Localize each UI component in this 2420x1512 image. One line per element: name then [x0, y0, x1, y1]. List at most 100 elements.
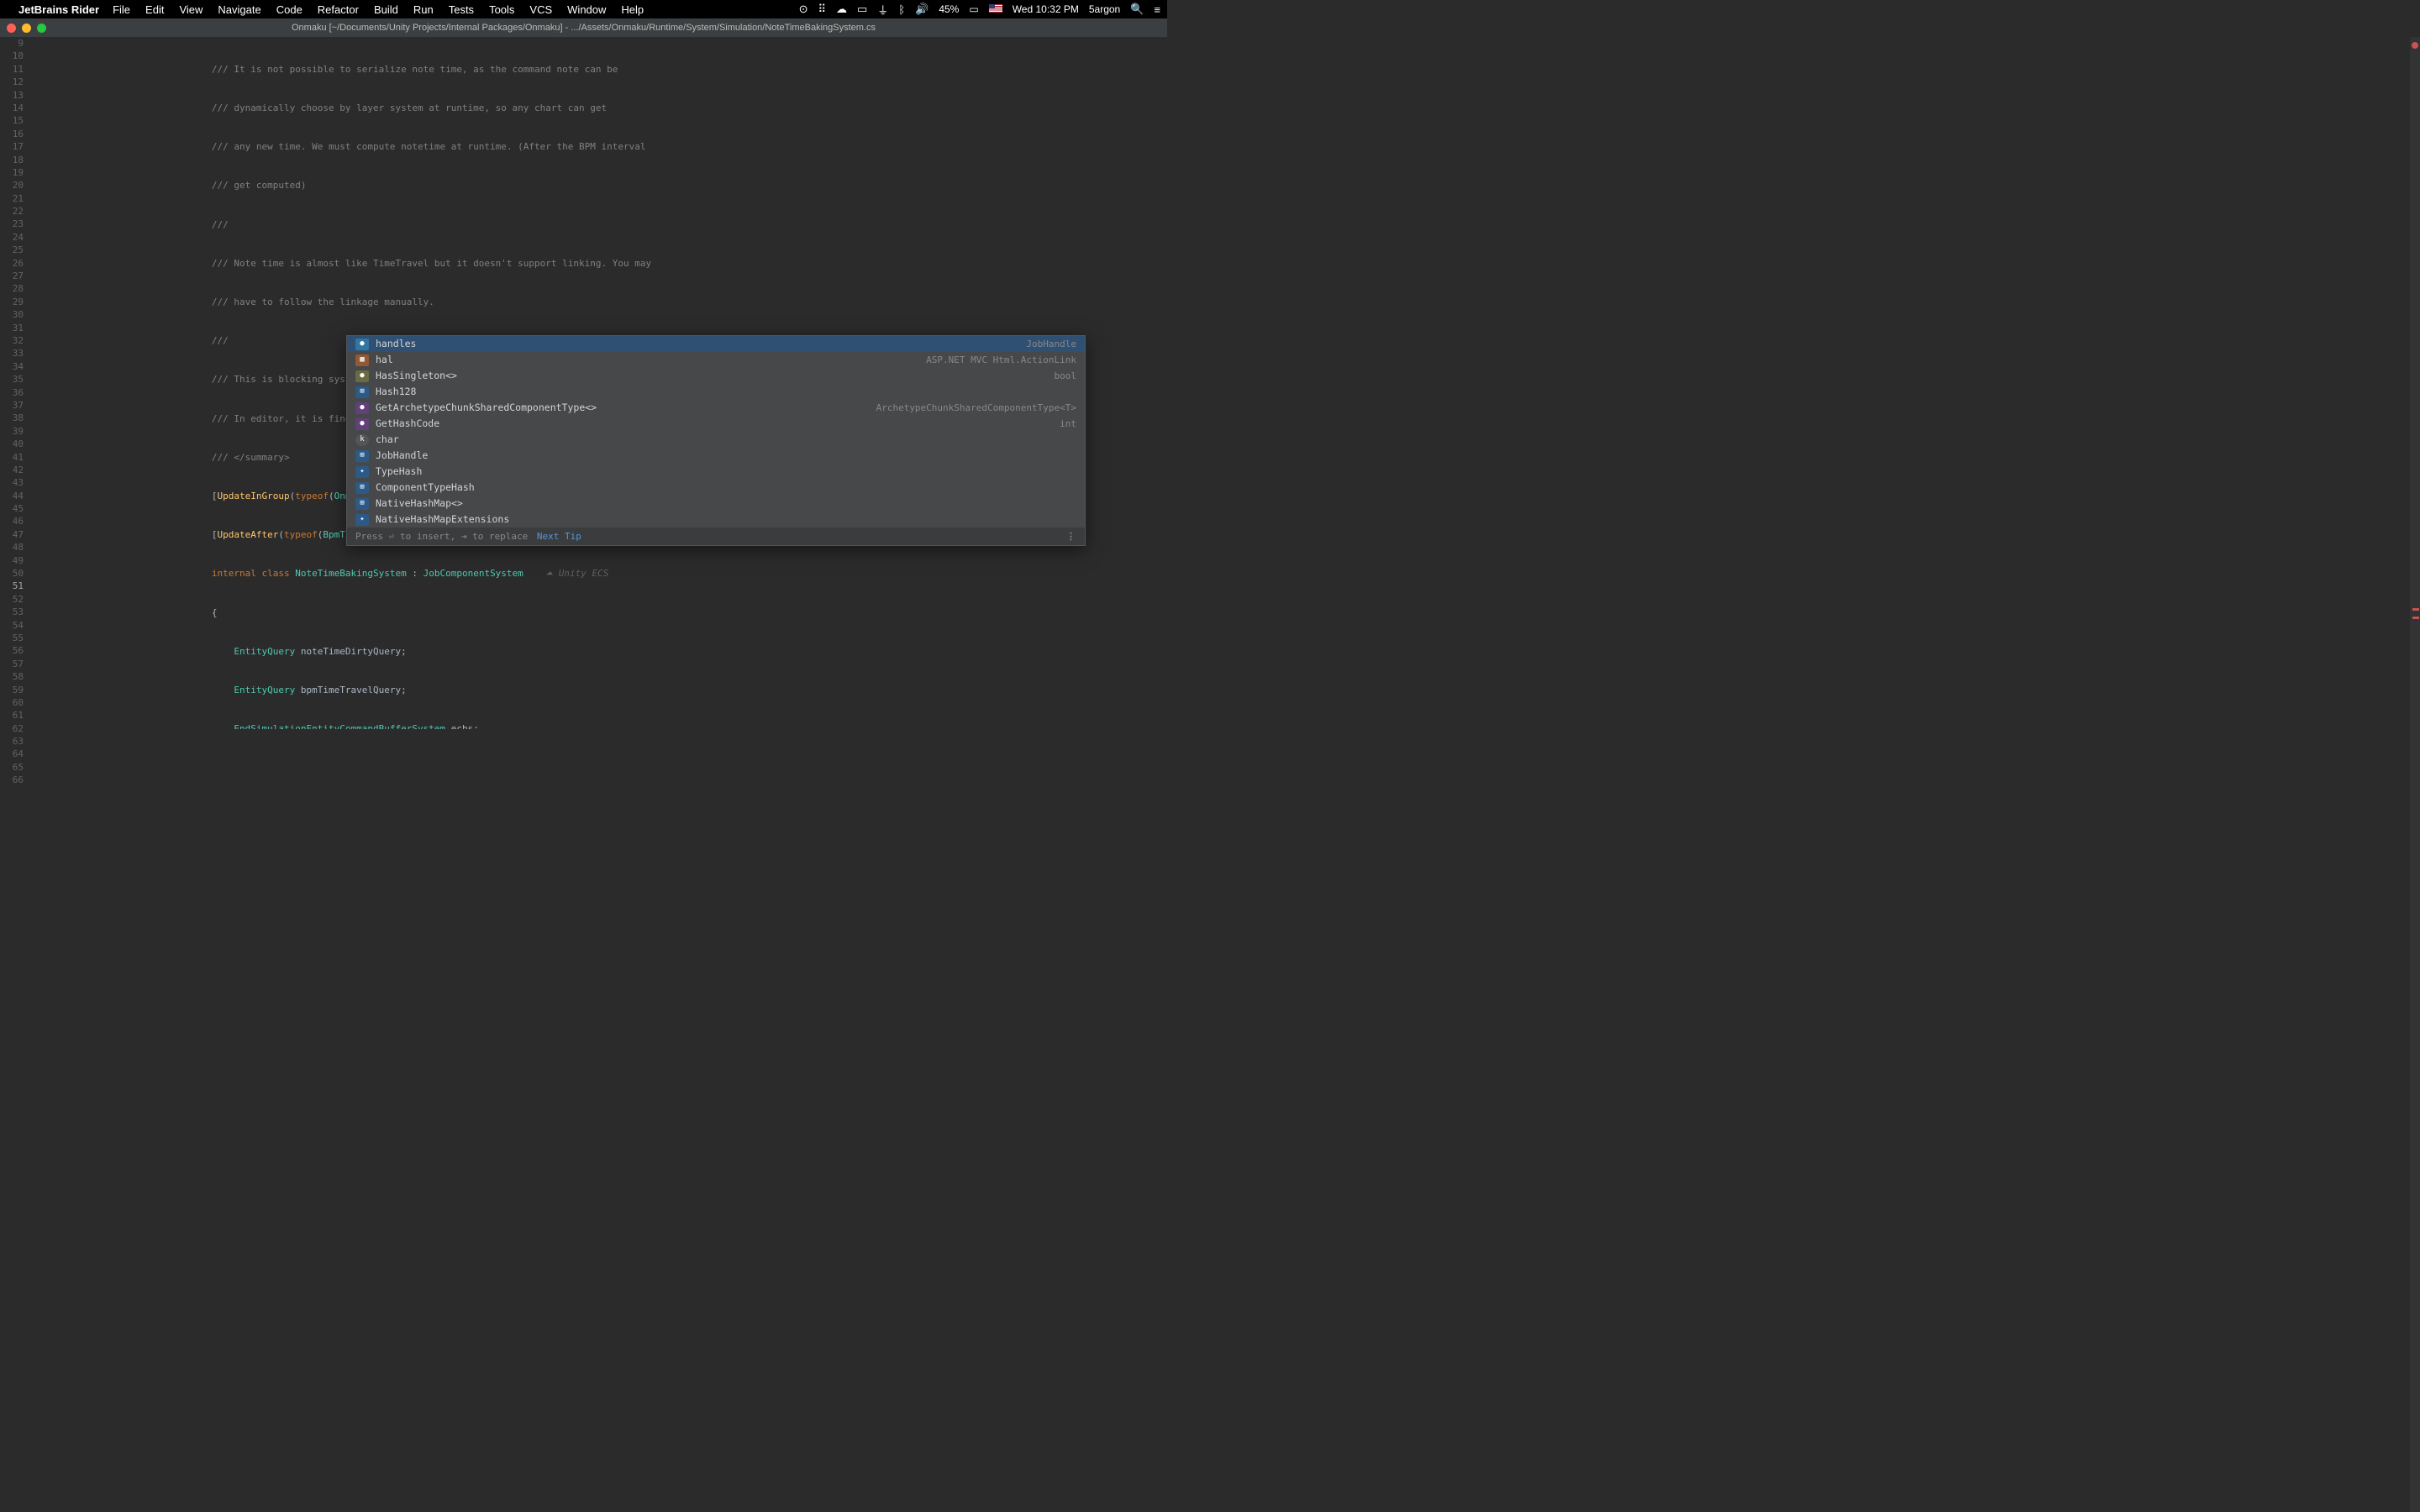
- line-number[interactable]: 17: [0, 140, 24, 153]
- more-icon[interactable]: ⋮: [1066, 530, 1076, 543]
- line-number[interactable]: 22: [0, 205, 24, 218]
- menu-window[interactable]: Window: [567, 3, 606, 16]
- line-number[interactable]: 55: [0, 632, 24, 644]
- line-number[interactable]: 54: [0, 619, 24, 632]
- line-number[interactable]: 59: [0, 684, 24, 696]
- display-icon[interactable]: ▭: [857, 3, 867, 16]
- menu-view[interactable]: View: [179, 3, 203, 16]
- line-number[interactable]: 32: [0, 334, 24, 347]
- menu-build[interactable]: Build: [374, 3, 398, 16]
- line-number[interactable]: 19: [0, 166, 24, 179]
- battery-text[interactable]: 45%: [939, 3, 959, 15]
- menu-refactor[interactable]: Refactor: [318, 3, 359, 16]
- error-strip[interactable]: [2410, 37, 2420, 1512]
- line-number[interactable]: 57: [0, 658, 24, 670]
- line-number[interactable]: 35: [0, 373, 24, 386]
- line-number[interactable]: 29: [0, 296, 24, 308]
- line-number[interactable]: 13: [0, 89, 24, 102]
- minimize-window-button[interactable]: [22, 24, 31, 33]
- error-indicator-icon[interactable]: [2412, 42, 2418, 49]
- line-number[interactable]: 37: [0, 399, 24, 412]
- menu-tests[interactable]: Tests: [449, 3, 474, 16]
- autocomplete-item[interactable]: ●handlesJobHandle: [347, 336, 1085, 352]
- line-number[interactable]: 23: [0, 218, 24, 230]
- line-number[interactable]: 51: [0, 580, 24, 592]
- line-number[interactable]: 39: [0, 425, 24, 438]
- autocomplete-item[interactable]: ✦TypeHash: [347, 464, 1085, 480]
- battery-icon[interactable]: ▭: [969, 3, 978, 15]
- line-number[interactable]: 15: [0, 114, 24, 127]
- line-number[interactable]: 18: [0, 154, 24, 166]
- menu-code[interactable]: Code: [276, 3, 302, 16]
- next-tip-link[interactable]: Next Tip: [531, 530, 581, 543]
- line-number[interactable]: 27: [0, 270, 24, 282]
- app-name[interactable]: JetBrains Rider: [18, 3, 99, 16]
- code-editor[interactable]: /// It is not possible to serialize note…: [30, 37, 1167, 729]
- line-number[interactable]: 42: [0, 464, 24, 476]
- line-number[interactable]: 61: [0, 709, 24, 722]
- line-number[interactable]: 62: [0, 722, 24, 735]
- menu-vcs[interactable]: VCS: [529, 3, 552, 16]
- cloud-icon[interactable]: ☁: [836, 3, 847, 16]
- autocomplete-item[interactable]: ●GetArchetypeChunkSharedComponentType<>A…: [347, 400, 1085, 416]
- autocomplete-item[interactable]: ⊞Hash128: [347, 384, 1085, 400]
- volume-icon[interactable]: 🔊: [915, 3, 929, 16]
- autocomplete-item[interactable]: ⊞ComponentTypeHash: [347, 480, 1085, 496]
- line-number[interactable]: 24: [0, 231, 24, 244]
- clock[interactable]: Wed 10:32 PM: [1013, 3, 1079, 15]
- menu-help[interactable]: Help: [621, 3, 644, 16]
- autocomplete-item[interactable]: kchar: [347, 432, 1085, 448]
- autocomplete-item[interactable]: ✦NativeHashMapExtensions: [347, 512, 1085, 528]
- line-number[interactable]: 46: [0, 515, 24, 528]
- error-marker[interactable]: [2412, 617, 2419, 619]
- line-number[interactable]: 50: [0, 567, 24, 580]
- line-number[interactable]: 25: [0, 244, 24, 256]
- line-number[interactable]: 49: [0, 554, 24, 567]
- line-gutter[interactable]: 9101112131415161718192021222324252627282…: [0, 37, 30, 729]
- menu-edit[interactable]: Edit: [145, 3, 164, 16]
- line-number[interactable]: 16: [0, 128, 24, 140]
- autocomplete-item[interactable]: ⊞JobHandle: [347, 448, 1085, 464]
- line-number[interactable]: 12: [0, 76, 24, 88]
- input-flag[interactable]: [989, 3, 1002, 15]
- line-number[interactable]: 33: [0, 347, 24, 360]
- line-number[interactable]: 41: [0, 451, 24, 464]
- autocomplete-item[interactable]: ▦halASP.NET MVC Html.ActionLink: [347, 352, 1085, 368]
- line-number[interactable]: 26: [0, 257, 24, 270]
- spotlight-icon[interactable]: 🔍: [1130, 3, 1144, 16]
- line-number[interactable]: 48: [0, 541, 24, 554]
- line-number[interactable]: 9: [0, 37, 24, 50]
- line-number[interactable]: 40: [0, 438, 24, 450]
- line-number[interactable]: 11: [0, 63, 24, 76]
- autocomplete-item[interactable]: ⊞NativeHashMap<>: [347, 496, 1085, 512]
- line-number[interactable]: 30: [0, 308, 24, 321]
- line-number[interactable]: 64: [0, 748, 24, 760]
- dropbox-icon[interactable]: ⠿: [818, 3, 826, 16]
- user-name[interactable]: 5argon: [1089, 3, 1120, 15]
- line-number[interactable]: 36: [0, 386, 24, 399]
- line-number[interactable]: 43: [0, 476, 24, 489]
- line-number[interactable]: 66: [0, 774, 24, 786]
- line-number[interactable]: 53: [0, 606, 24, 618]
- line-number[interactable]: 52: [0, 593, 24, 606]
- error-marker[interactable]: [2412, 608, 2419, 611]
- menu-file[interactable]: File: [113, 3, 130, 16]
- close-window-button[interactable]: [7, 24, 16, 33]
- wifi-icon[interactable]: ⏚: [877, 2, 888, 18]
- menu-run[interactable]: Run: [413, 3, 434, 16]
- autocomplete-item[interactable]: ●GetHashCodeint: [347, 416, 1085, 432]
- line-number[interactable]: 63: [0, 735, 24, 748]
- autocomplete-popup[interactable]: ●handlesJobHandle▦halASP.NET MVC Html.Ac…: [346, 335, 1086, 546]
- line-number[interactable]: 20: [0, 179, 24, 192]
- line-number[interactable]: 34: [0, 360, 24, 373]
- line-number[interactable]: 14: [0, 102, 24, 114]
- line-number[interactable]: 21: [0, 192, 24, 205]
- line-number[interactable]: 60: [0, 696, 24, 709]
- screencast-icon[interactable]: ⊙: [799, 3, 808, 16]
- line-number[interactable]: 10: [0, 50, 24, 62]
- zoom-window-button[interactable]: [37, 24, 46, 33]
- line-number[interactable]: 65: [0, 761, 24, 774]
- line-number[interactable]: 45: [0, 502, 24, 515]
- line-number[interactable]: 56: [0, 644, 24, 657]
- autocomplete-item[interactable]: ●HasSingleton<>bool: [347, 368, 1085, 384]
